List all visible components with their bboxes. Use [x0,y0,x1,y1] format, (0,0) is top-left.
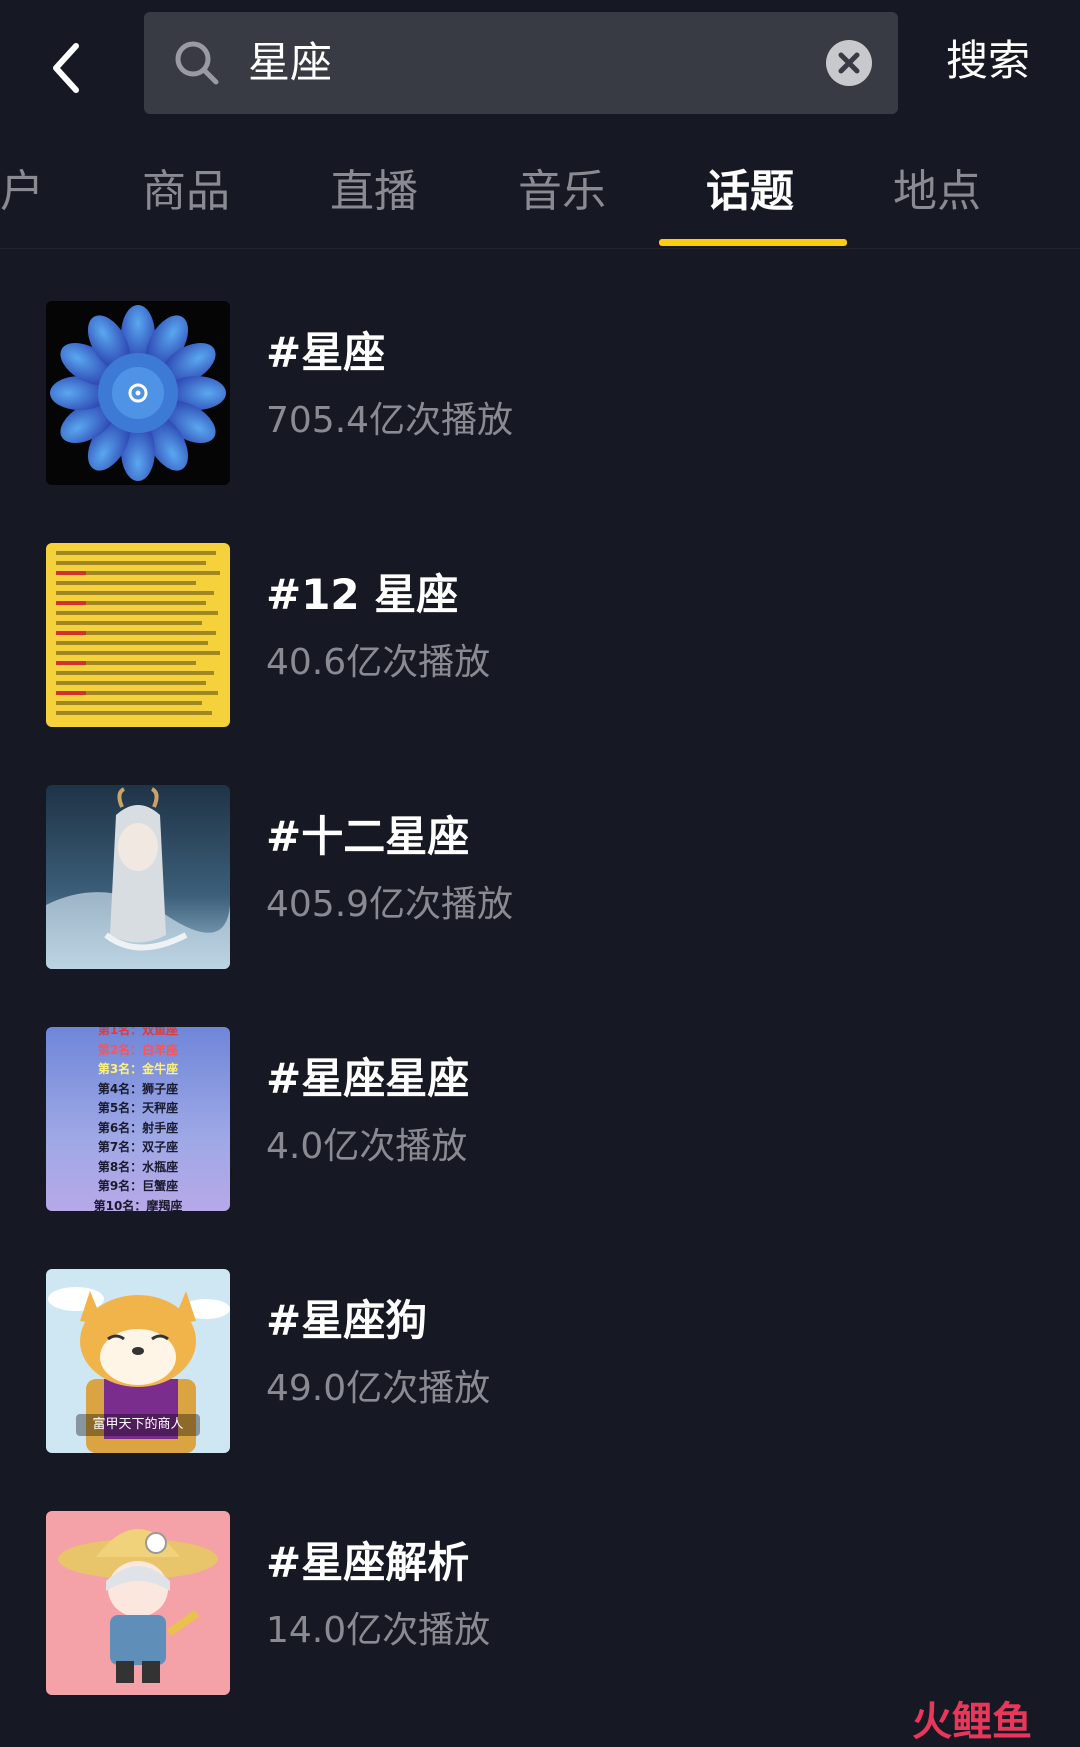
watermark-logo: 火鲤鱼 [912,1699,1032,1745]
topic-thumbnail: 富甲天下的商人 [46,1269,230,1453]
play-count: 4.0亿次播放 [266,1126,468,1167]
topic-thumbnail [46,301,230,485]
ranking-line: 第2名：白羊座 [97,1042,179,1057]
search-button[interactable]: 搜索 [946,34,1030,88]
ranking-line: 第4名：狮子座 [97,1081,179,1096]
list-item[interactable]: #星座 705.4亿次播放 [0,290,1080,485]
topic-title: #12 星座 [266,570,459,619]
active-tab-indicator [659,239,847,246]
wizard-character-image [58,1529,218,1683]
list-item[interactable]: #12 星座 40.6亿次播放 [0,532,1080,727]
search-input[interactable]: 星座 [144,12,898,114]
topic-thumbnail [46,1511,230,1695]
ranking-line: 第3名：金牛座 [97,1062,179,1076]
back-button[interactable] [40,30,100,100]
tab-topics[interactable]: 话题 [706,162,794,222]
ranking-line: 第7名：双子座 [97,1140,179,1154]
list-item[interactable]: #星座解析 14.0亿次播放 [0,1500,1080,1695]
search-icon [175,41,219,85]
tab-music[interactable]: 音乐 [518,162,606,222]
play-count: 405.9亿次播放 [266,884,514,925]
play-count: 40.6亿次播放 [266,642,491,683]
clear-button[interactable] [826,40,872,86]
topic-title: #星座解析 [266,1538,470,1587]
topic-thumbnail [46,543,230,727]
tab-live[interactable]: 直播 [330,162,418,222]
search-query[interactable]: 星座 [248,36,332,90]
thumbnail-caption: 富甲天下的商人 [92,1417,184,1432]
list-item[interactable]: 第1名：双鱼座 第2名：白羊座 第3名：金牛座 第4名：狮子座 第5名：天秤座 … [0,1016,1080,1211]
tab-bar: 户 商品 直播 音乐 话题 地点 [0,140,1080,249]
top-bar: 星座 搜索 [0,0,1080,130]
ranking-line: 第6名：射手座 [97,1120,179,1135]
zodiac-wheel-image [50,305,226,481]
text-document-image [56,551,220,715]
ranking-line: 第10名：摩羯座 [93,1198,183,1212]
play-count: 14.0亿次播放 [266,1610,491,1651]
tab-places[interactable]: 地点 [893,162,981,222]
list-item[interactable]: 富甲天下的商人 #星座狗 49.0亿次播放 [0,1258,1080,1453]
ranking-line: 第8名：水瓶座 [97,1159,179,1174]
play-count: 705.4亿次播放 [266,400,514,441]
ranking-line: 第1名：双鱼座 [97,1027,179,1037]
topic-title: #十二星座 [266,812,470,861]
ranking-line: 第5名：天秤座 [97,1101,179,1115]
ranking-list: 第1名：双鱼座 第2名：白羊座 第3名：金牛座 第4名：狮子座 第5名：天秤座 … [46,1027,230,1211]
close-icon [838,52,860,74]
anime-character-image [46,787,230,969]
list-item[interactable]: #十二星座 405.9亿次播放 [0,774,1080,969]
ranking-line: 第9名：巨蟹座 [97,1179,179,1193]
topic-thumbnail [46,785,230,969]
chevron-left-icon [53,43,79,93]
topic-thumbnail: 第1名：双鱼座 第2名：白羊座 第3名：金牛座 第4名：狮子座 第5名：天秤座 … [46,1027,230,1211]
tab-products[interactable]: 商品 [142,162,230,222]
topic-title: #星座星座 [266,1054,470,1103]
play-count: 49.0亿次播放 [266,1368,491,1409]
topic-title: #星座狗 [266,1296,428,1345]
tab-users[interactable]: 户 [0,162,44,222]
topic-title: #星座 [266,328,386,377]
